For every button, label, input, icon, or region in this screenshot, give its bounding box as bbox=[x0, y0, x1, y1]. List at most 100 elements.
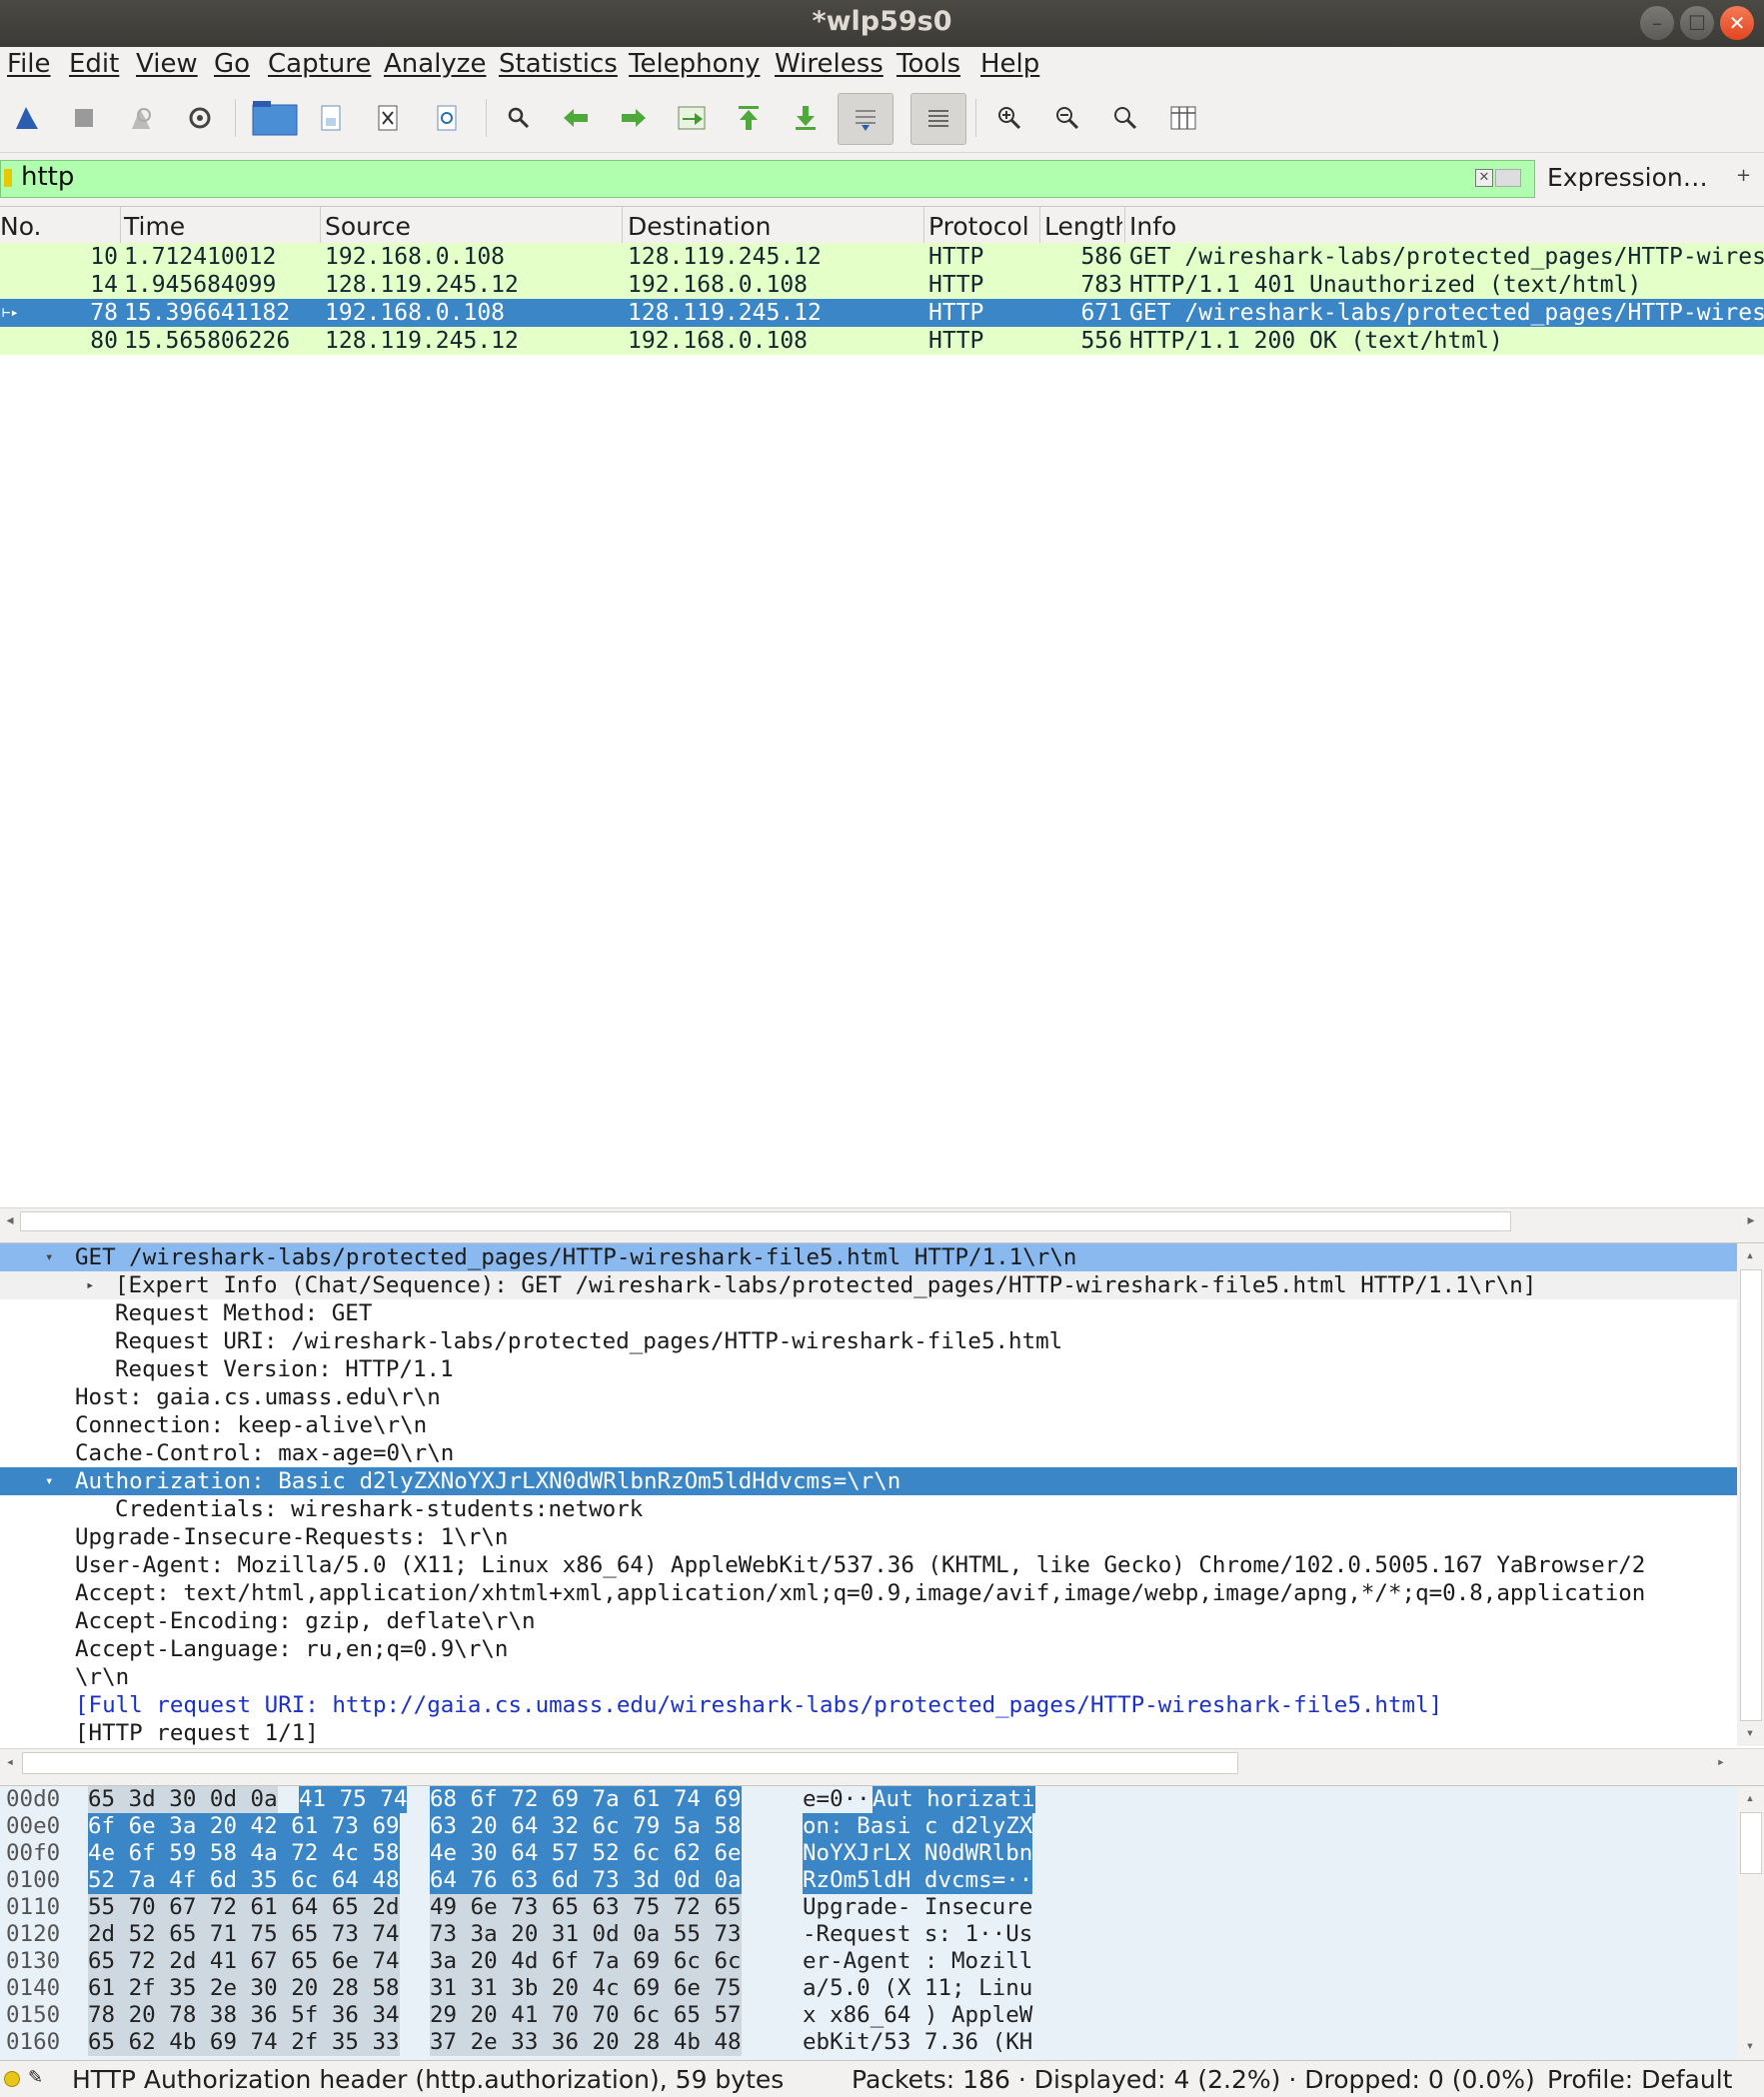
detail-request-version[interactable]: Request Version: HTTP/1.1 bbox=[0, 1355, 1737, 1383]
detail-user-agent[interactable]: User-Agent: Mozilla/5.0 (X11; Linux x86_… bbox=[0, 1551, 1737, 1579]
packet-row-selected[interactable]: ⊢▸ 78 15.396641182 192.168.0.108 128.119… bbox=[0, 299, 1764, 327]
menu-tools[interactable]: Tools bbox=[896, 49, 960, 79]
scrollbar-thumb[interactable] bbox=[22, 1752, 1238, 1774]
col-length[interactable]: Length bbox=[1044, 212, 1122, 241]
col-info[interactable]: Info bbox=[1129, 212, 1176, 241]
apply-filter-icon[interactable] bbox=[1495, 169, 1521, 187]
detail-http-request-count[interactable]: [HTTP request 1/1] bbox=[0, 1719, 1737, 1747]
restart-icon[interactable] bbox=[114, 93, 168, 143]
packet-protocol: HTTP bbox=[928, 244, 984, 270]
packet-length: 556 bbox=[1080, 328, 1122, 354]
packet-time: 1.712410012 bbox=[124, 244, 277, 270]
autoscroll-icon[interactable] bbox=[838, 93, 893, 145]
colorize-icon[interactable] bbox=[910, 93, 966, 145]
clear-filter-icon[interactable]: ✕ bbox=[1475, 169, 1493, 187]
expanded-arrow-icon[interactable]: ▾ bbox=[45, 1243, 53, 1271]
expert-info-icon[interactable] bbox=[4, 2071, 20, 2087]
menu-telephony[interactable]: Telephony bbox=[629, 49, 760, 79]
status-packet-counts: Packets: 186 · Displayed: 4 (2.2%) · Dro… bbox=[852, 2065, 1535, 2094]
packet-row[interactable]: 10 1.712410012 192.168.0.108 128.119.245… bbox=[0, 243, 1764, 271]
menu-file[interactable]: File bbox=[7, 49, 51, 79]
display-filter-input[interactable]: http ✕ bbox=[0, 160, 1535, 198]
menu-help[interactable]: Help bbox=[980, 49, 1039, 79]
details-horizontal-scrollbar[interactable]: ◂ ▸ bbox=[0, 1748, 1764, 1776]
scrollbar-thumb[interactable] bbox=[1740, 1812, 1762, 1874]
detail-accept-encoding[interactable]: Accept-Encoding: gzip, deflate\r\n bbox=[0, 1607, 1737, 1635]
detail-accept[interactable]: Accept: text/html,application/xhtml+xml,… bbox=[0, 1579, 1737, 1607]
detail-full-request-uri[interactable]: [Full request URI: http://gaia.cs.umass.… bbox=[0, 1691, 1737, 1719]
scroll-up-icon[interactable]: ▴ bbox=[1740, 1788, 1760, 1808]
packet-time: 1.945684099 bbox=[124, 272, 277, 298]
collapsed-arrow-icon[interactable]: ▸ bbox=[86, 1271, 94, 1299]
normal-size-icon[interactable] bbox=[1098, 93, 1152, 143]
bytes-vertical-scrollbar[interactable]: ▴ ▾ bbox=[1737, 1786, 1764, 2061]
maximize-button[interactable]: ☐ bbox=[1680, 6, 1714, 40]
close-file-icon[interactable] bbox=[361, 93, 415, 143]
zoom-in-icon[interactable] bbox=[982, 93, 1036, 143]
detail-expert-info[interactable]: ▸ [Expert Info (Chat/Sequence): GET /wir… bbox=[0, 1271, 1737, 1299]
filter-text[interactable]: http bbox=[21, 162, 74, 192]
menu-wireless[interactable]: Wireless bbox=[775, 49, 883, 79]
menu-statistics[interactable]: Statistics bbox=[499, 49, 618, 79]
detail-cache-control[interactable]: Cache-Control: max-age=0\r\n bbox=[0, 1439, 1737, 1467]
expanded-arrow-icon[interactable]: ▾ bbox=[45, 1467, 53, 1495]
bookmark-icon[interactable] bbox=[4, 169, 12, 187]
menu-analyze[interactable]: Analyze bbox=[384, 49, 486, 79]
packet-row[interactable]: 14 1.945684099 128.119.245.12 192.168.0.… bbox=[0, 271, 1764, 299]
detail-connection[interactable]: Connection: keep-alive\r\n bbox=[0, 1411, 1737, 1439]
reload-icon[interactable] bbox=[420, 93, 474, 143]
packet-row[interactable]: 80 15.565806226 128.119.245.12 192.168.0… bbox=[0, 327, 1764, 355]
menu-go[interactable]: Go bbox=[214, 49, 250, 79]
detail-accept-language[interactable]: Accept-Language: ru,en;q=0.9\r\n bbox=[0, 1635, 1737, 1663]
open-file-icon[interactable] bbox=[245, 93, 305, 143]
go-forward-icon[interactable] bbox=[607, 93, 661, 143]
detail-request-line[interactable]: ▾ GET /wireshark-labs/protected_pages/HT… bbox=[0, 1243, 1737, 1271]
scroll-up-icon[interactable]: ▴ bbox=[1740, 1245, 1760, 1265]
scroll-right-icon[interactable]: ▸ bbox=[1741, 1210, 1761, 1230]
scrollbar-thumb[interactable] bbox=[1740, 1269, 1762, 1721]
packet-protocol: HTTP bbox=[928, 300, 984, 326]
go-to-packet-icon[interactable] bbox=[665, 93, 719, 143]
packet-protocol: HTTP bbox=[928, 328, 984, 354]
first-packet-icon[interactable] bbox=[722, 93, 776, 143]
detail-credentials[interactable]: Credentials: wireshark-students:network bbox=[0, 1495, 1737, 1523]
scroll-down-icon[interactable]: ▾ bbox=[1740, 2036, 1760, 2056]
col-source[interactable]: Source bbox=[325, 212, 411, 241]
shark-fin-start-icon[interactable] bbox=[0, 93, 54, 143]
col-protocol[interactable]: Protocol bbox=[928, 212, 1029, 241]
scroll-right-icon[interactable]: ▸ bbox=[1711, 1752, 1731, 1772]
last-packet-icon[interactable] bbox=[779, 93, 833, 143]
details-vertical-scrollbar[interactable]: ▴ ▾ bbox=[1737, 1243, 1764, 1746]
detail-host[interactable]: Host: gaia.cs.umass.edu\r\n bbox=[0, 1383, 1737, 1411]
col-time[interactable]: Time bbox=[124, 212, 185, 241]
col-destination[interactable]: Destination bbox=[628, 212, 771, 241]
scroll-down-icon[interactable]: ▾ bbox=[1740, 1723, 1760, 1743]
capture-options-icon[interactable] bbox=[173, 93, 227, 143]
capture-comment-icon[interactable]: ✎ bbox=[28, 2067, 43, 2088]
stop-icon[interactable] bbox=[57, 93, 111, 143]
detail-upgrade-insecure[interactable]: Upgrade-Insecure-Requests: 1\r\n bbox=[0, 1523, 1737, 1551]
detail-crlf[interactable]: \r\n bbox=[0, 1663, 1737, 1691]
close-window-button[interactable]: ✕ bbox=[1720, 6, 1754, 40]
scrollbar-thumb[interactable] bbox=[20, 1211, 1511, 1231]
col-no[interactable]: No. bbox=[0, 212, 42, 241]
detail-authorization[interactable]: ▾ Authorization: Basic d2lyZXNoYXJrLXN0d… bbox=[0, 1467, 1737, 1495]
expression-button[interactable]: Expression… bbox=[1547, 163, 1708, 192]
menu-capture[interactable]: Capture bbox=[268, 49, 371, 79]
zoom-out-icon[interactable] bbox=[1040, 93, 1094, 143]
detail-request-method[interactable]: Request Method: GET bbox=[0, 1299, 1737, 1327]
menu-edit[interactable]: Edit bbox=[69, 49, 119, 79]
minimize-button[interactable]: – bbox=[1640, 6, 1674, 40]
packet-list-scrollbar[interactable]: ◂ ▸ bbox=[0, 1207, 1764, 1232]
save-file-icon[interactable] bbox=[304, 93, 358, 143]
detail-request-uri[interactable]: Request URI: /wireshark-labs/protected_p… bbox=[0, 1327, 1737, 1355]
find-icon[interactable] bbox=[492, 93, 546, 143]
packet-info: HTTP/1.1 200 OK (text/html) bbox=[1129, 328, 1503, 354]
go-back-icon[interactable] bbox=[549, 93, 603, 143]
scroll-left-icon[interactable]: ◂ bbox=[0, 1210, 20, 1230]
add-filter-button[interactable]: + bbox=[1736, 165, 1751, 186]
status-profile[interactable]: Profile: Default bbox=[1547, 2065, 1732, 2094]
resize-columns-icon[interactable] bbox=[1156, 93, 1210, 143]
menu-view[interactable]: View bbox=[136, 49, 198, 79]
scroll-left-icon[interactable]: ◂ bbox=[0, 1752, 20, 1772]
